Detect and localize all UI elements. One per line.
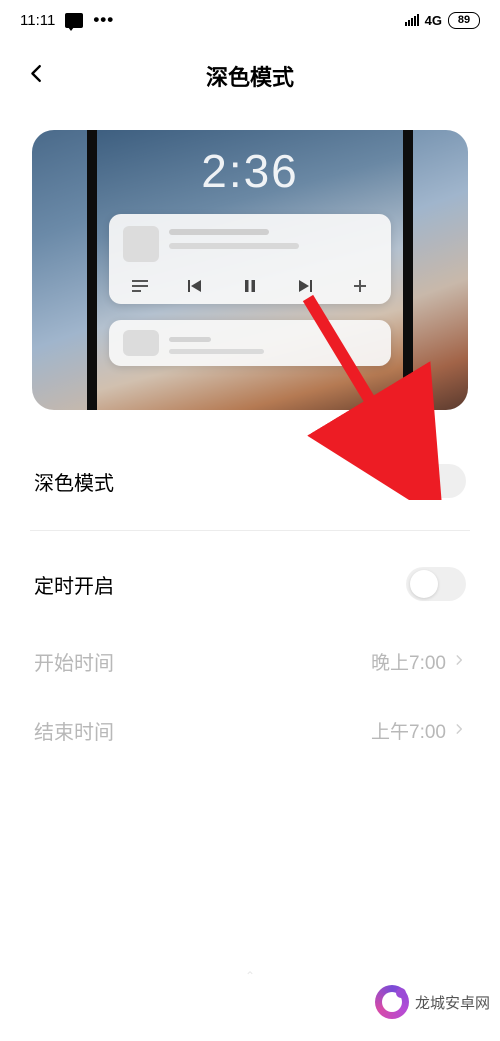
preview-small-lines [169,330,377,354]
divider [30,530,470,531]
settings-list: 深色模式 定时开启 开始时间 晚上7:00 结束时间 上午7:00 [30,438,470,765]
signal-icon [405,14,419,26]
dark-mode-toggle[interactable] [406,464,466,498]
watermark: 龙城安卓网 [375,985,490,1019]
chevron-right-icon [452,720,466,742]
dark-mode-row[interactable]: 深色模式 [30,438,470,524]
status-right: 4G 89 [405,12,480,29]
next-icon [294,279,316,293]
start-time-value-group: 晚上7:00 [371,648,466,675]
watermark-logo-icon [375,985,409,1019]
battery-icon: 89 [448,12,480,29]
more-status-icon: ••• [93,10,114,30]
back-button[interactable] [26,63,48,90]
preview-album-thumb [123,226,159,262]
preview-app-thumb [123,330,159,356]
preview-clock: 2:36 [97,130,403,198]
status-bar: 11:11 ••• 4G 89 [0,0,500,36]
notification-icon [65,13,83,28]
dark-mode-label: 深色模式 [34,467,114,496]
preview-phone-frame: 2:36 [87,130,413,410]
page-title: 深色模式 [206,60,294,92]
watermark-text: 龙城安卓网 [415,992,490,1013]
end-time-value-group: 上午7:00 [371,717,466,744]
start-time-value: 晚上7:00 [371,648,446,675]
end-time-row[interactable]: 结束时间 上午7:00 [30,696,470,765]
network-label: 4G [425,13,442,28]
schedule-row[interactable]: 定时开启 [30,541,470,627]
preview-notification-card [109,320,391,366]
status-left: 11:11 ••• [20,10,114,30]
nav-bar: 深色模式 [0,46,500,106]
schedule-toggle[interactable] [406,567,466,601]
start-time-row[interactable]: 开始时间 晚上7:00 [30,627,470,696]
end-time-label: 结束时间 [34,716,114,745]
dark-mode-preview: 2:36 [32,130,468,410]
page-indicator: ⌃ [245,969,255,983]
chevron-right-icon [452,651,466,673]
start-time-label: 开始时间 [34,647,114,676]
preview-media-card [109,214,391,304]
end-time-value: 上午7:00 [371,717,446,744]
preview-media-controls [123,278,377,294]
plus-icon [349,278,371,294]
schedule-label: 定时开启 [34,570,114,599]
status-time: 11:11 [20,12,55,29]
preview-text-lines [169,226,377,249]
pause-icon [239,279,261,293]
playlist-icon [129,279,151,293]
previous-icon [184,279,206,293]
